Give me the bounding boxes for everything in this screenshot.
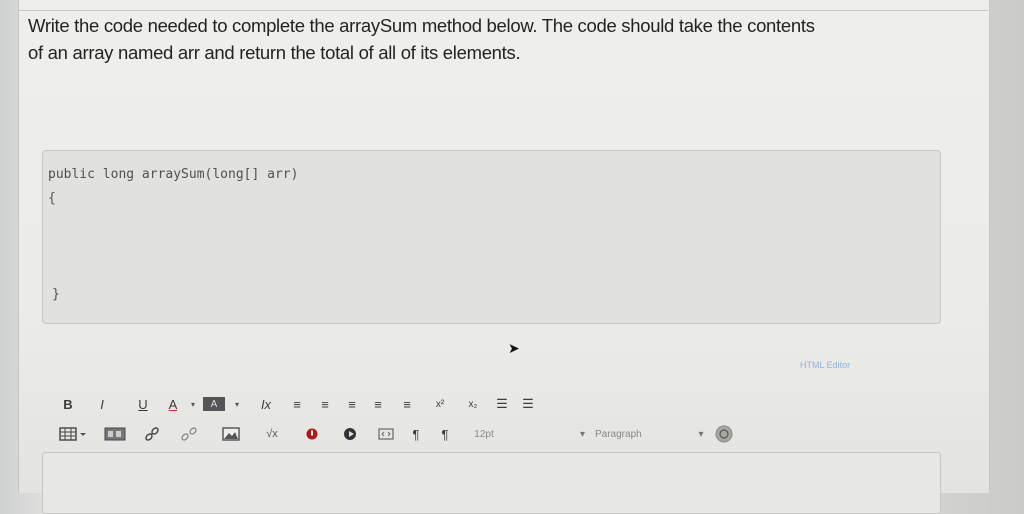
html-icon[interactable] — [371, 424, 401, 444]
bullet-list-button[interactable]: ☰ — [489, 394, 515, 414]
answer-text-area[interactable] — [42, 452, 941, 514]
editor-toolbar-row-1: B I U A ▾ A ▾ Ix ≡ ≡ ≡ ≡ ≡ x² x₂ ☰ ☰ — [55, 391, 541, 417]
clear-formatting-button[interactable]: Ix — [249, 394, 283, 414]
align-center-button[interactable]: ≡ — [311, 394, 339, 414]
editor-toolbar-row-2: √x ¶ ¶ 12pt ▾ Paragraph ▾ — [55, 421, 737, 447]
rtl-icon[interactable]: ¶ — [431, 424, 459, 444]
embed-icon[interactable] — [93, 424, 137, 444]
image-icon[interactable] — [211, 424, 251, 444]
mouse-pointer: ➤ — [508, 340, 520, 356]
question-line-1: Write the code needed to complete the ar… — [28, 15, 815, 36]
subscript-button[interactable]: x₂ — [457, 394, 489, 414]
ltr-icon[interactable]: ¶ — [401, 424, 431, 444]
link-icon[interactable] — [137, 424, 167, 444]
font-size-dropdown-icon[interactable]: ▾ — [509, 424, 585, 444]
underline-button[interactable]: U — [123, 394, 163, 414]
accessibility-checker-icon[interactable] — [711, 424, 737, 444]
html-editor-link[interactable]: HTML Editor — [800, 360, 850, 370]
panel-divider — [18, 10, 988, 11]
italic-button[interactable]: I — [81, 394, 123, 414]
font-size-select[interactable]: 12pt — [459, 424, 509, 444]
record-icon[interactable] — [293, 424, 331, 444]
open-brace: { — [48, 191, 56, 206]
font-color-dropdown-icon[interactable]: ▾ — [183, 394, 203, 414]
background-color-button[interactable]: A — [203, 397, 225, 411]
media-icon[interactable] — [331, 424, 371, 444]
unlink-icon[interactable] — [167, 424, 211, 444]
method-signature: public long arraySum(long[] arr) — [48, 167, 299, 182]
bold-button[interactable]: B — [55, 394, 81, 414]
paragraph-dropdown-icon[interactable]: ▾ — [691, 424, 711, 444]
align-left-button[interactable]: ≡ — [283, 394, 311, 414]
question-text: Write the code needed to complete the ar… — [28, 12, 968, 66]
question-line-2: of an array named arr and return the tot… — [28, 42, 521, 63]
paragraph-format-select[interactable]: Paragraph — [595, 424, 691, 444]
numbered-list-button[interactable]: ☰ — [515, 394, 541, 414]
background-color-dropdown-icon[interactable]: ▾ — [225, 394, 249, 414]
align-right-button[interactable]: ≡ — [339, 394, 365, 414]
justify-button[interactable]: ≡ — [365, 394, 391, 414]
font-color-button[interactable]: A — [163, 394, 183, 414]
close-brace: } — [52, 287, 60, 302]
indent-button[interactable]: ≡ — [391, 394, 423, 414]
table-icon[interactable] — [55, 424, 93, 444]
superscript-button[interactable]: x² — [423, 394, 457, 414]
formula-icon[interactable]: √x — [251, 424, 293, 444]
